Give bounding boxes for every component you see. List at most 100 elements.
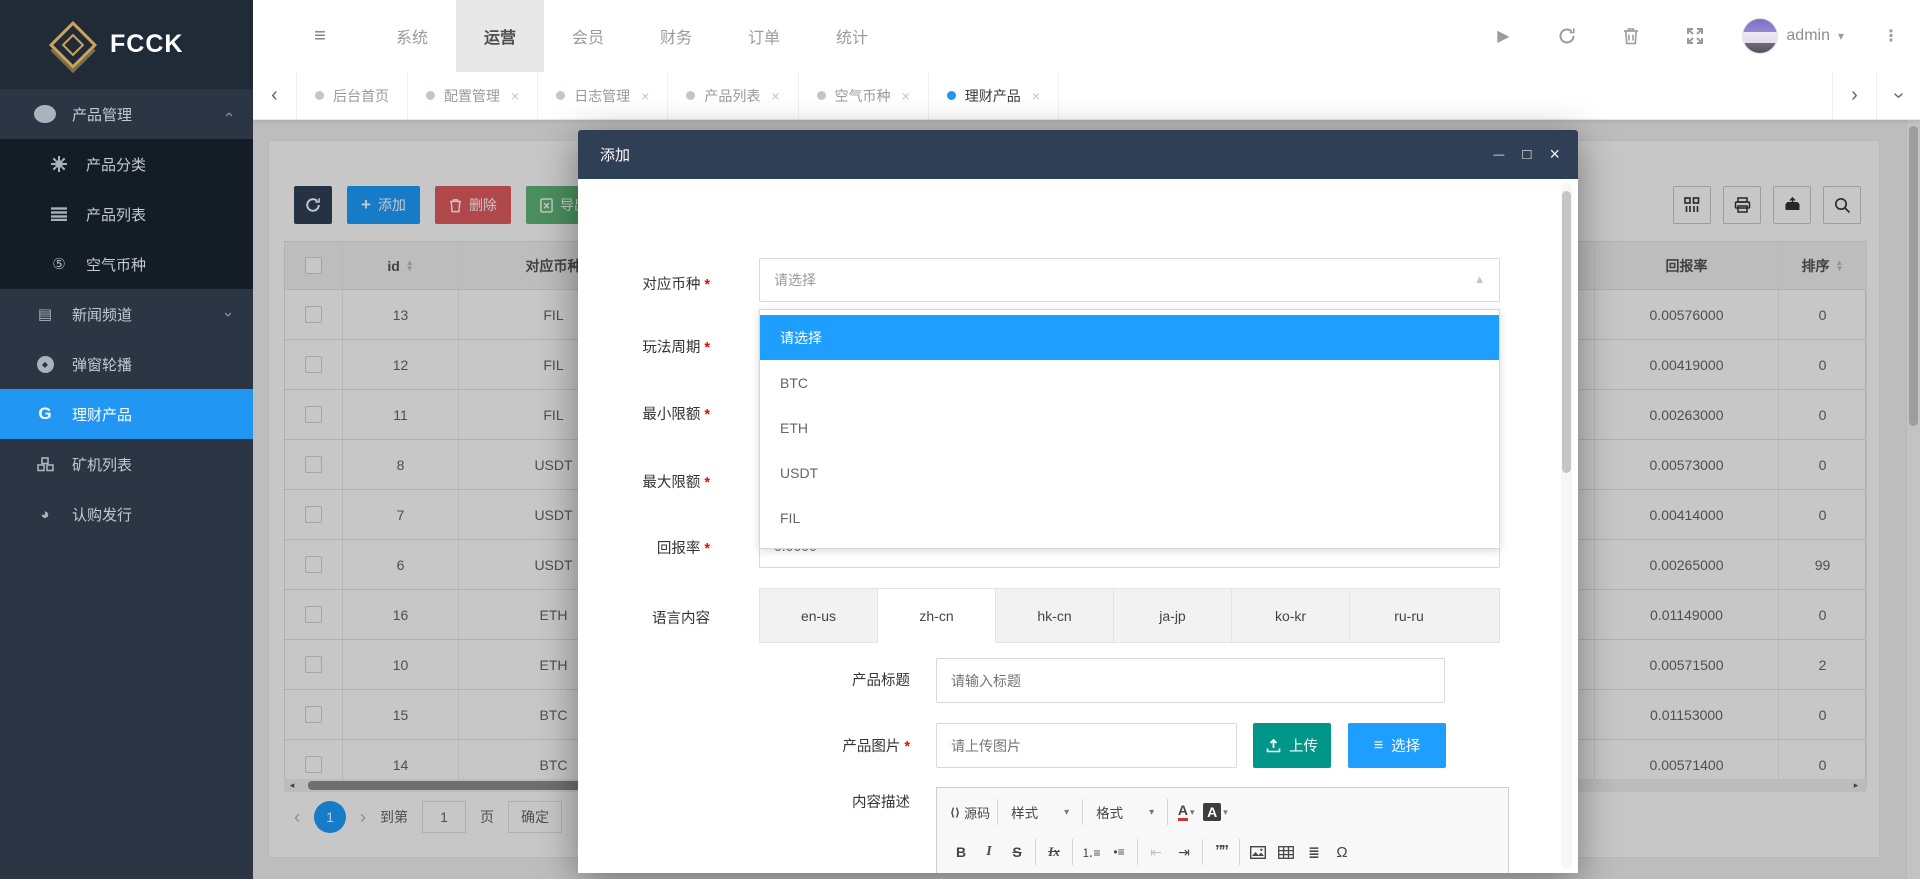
dropdown-option-placeholder[interactable]: 请选择 bbox=[760, 315, 1499, 360]
lang-tab-en-us[interactable]: en-us bbox=[760, 589, 878, 642]
tab-air-coins[interactable]: 空气币种 × bbox=[799, 72, 929, 119]
lang-tab-zh-cn[interactable]: zh-cn bbox=[878, 588, 996, 643]
italic-button[interactable]: I bbox=[976, 839, 1002, 865]
product-title-input[interactable] bbox=[936, 658, 1445, 703]
lang-tab-ja-jp[interactable]: ja-jp bbox=[1114, 589, 1232, 642]
tab-dot bbox=[817, 91, 826, 100]
styles-dropdown[interactable]: 样式▾ bbox=[1003, 802, 1077, 822]
cubes-icon bbox=[34, 457, 56, 472]
outdent-button[interactable]: ⇤ bbox=[1143, 839, 1169, 865]
image-button[interactable] bbox=[1245, 839, 1271, 865]
close-icon[interactable]: × bbox=[771, 88, 779, 104]
field-label-min: 最小限额* bbox=[592, 403, 710, 424]
kebab-menu-icon[interactable]: ⋮ bbox=[1874, 19, 1908, 53]
lang-tab-ko-kr[interactable]: ko-kr bbox=[1232, 589, 1350, 642]
select-caret-icon: ▲ bbox=[1474, 274, 1485, 286]
main-menu: 系统 运营 会员 财务 订单 统计 bbox=[368, 0, 896, 72]
field-label-product-title: 产品标题 bbox=[814, 669, 910, 690]
caret-down-icon: ▾ bbox=[1838, 29, 1844, 43]
close-icon[interactable]: × bbox=[902, 88, 910, 104]
dropdown-option-eth[interactable]: ETH bbox=[760, 405, 1499, 450]
field-label-product-image: 产品图片* bbox=[800, 735, 910, 756]
dropdown-option-btc[interactable]: BTC bbox=[760, 360, 1499, 405]
scrollbar-thumb[interactable] bbox=[1562, 191, 1571, 473]
lang-tab-ru-ru[interactable]: ru-ru bbox=[1350, 589, 1468, 642]
tab-financial-products[interactable]: 理财产品 × bbox=[929, 72, 1059, 119]
maximize-icon[interactable]: □ bbox=[1522, 146, 1531, 163]
field-label-rate: 回报率* bbox=[592, 537, 710, 558]
tab-logs[interactable]: 日志管理 × bbox=[538, 72, 668, 119]
tab-home[interactable]: 后台首页 bbox=[297, 72, 408, 119]
strikethrough-button[interactable]: S bbox=[1004, 839, 1030, 865]
table-button[interactable] bbox=[1273, 839, 1299, 865]
dialog-scrollbar[interactable] bbox=[1561, 183, 1572, 869]
sidebar-item-subscription-issue[interactable]: ◕ 认购发行 bbox=[0, 489, 253, 539]
field-label-language: 语言内容 bbox=[592, 607, 710, 628]
refresh-icon[interactable] bbox=[1550, 19, 1584, 53]
bg-color-button[interactable]: A▾ bbox=[1201, 799, 1230, 825]
sidebar-submenu: 产品分类 产品列表 ⑤ 空气币种 bbox=[0, 139, 253, 289]
field-label-currency: 对应币种* bbox=[592, 273, 710, 294]
brand-diamond-icon bbox=[49, 20, 97, 68]
menu-item-system[interactable]: 系统 bbox=[368, 0, 456, 72]
ordered-list-button[interactable]: ⒈≡ bbox=[1078, 839, 1104, 865]
special-char-button[interactable]: Ω bbox=[1329, 839, 1355, 865]
currency-select[interactable]: 请选择 ▲ bbox=[759, 258, 1500, 302]
menu-item-members[interactable]: 会员 bbox=[544, 0, 632, 72]
caret-down-icon: ▾ bbox=[1223, 807, 1228, 818]
menu-item-statistics[interactable]: 统计 bbox=[808, 0, 896, 72]
dialog-header[interactable]: 添加 — □ × bbox=[578, 130, 1578, 179]
lang-tab-hk-cn[interactable]: hk-cn bbox=[996, 589, 1114, 642]
tabs-scroll-right[interactable]: › bbox=[1832, 72, 1876, 119]
newspaper-icon: ▤ bbox=[34, 305, 56, 323]
choose-button[interactable]: ≡ 选择 bbox=[1348, 723, 1446, 768]
bullet-list-button[interactable]: •≡ bbox=[1106, 839, 1132, 865]
text-color-button[interactable]: A▾ bbox=[1173, 799, 1199, 825]
tabs-menu-dropdown[interactable]: › bbox=[1876, 72, 1920, 119]
format-dropdown[interactable]: 格式▾ bbox=[1088, 802, 1162, 822]
close-icon[interactable]: × bbox=[1032, 88, 1040, 104]
dropdown-option-fil[interactable]: FIL bbox=[760, 495, 1499, 540]
tabs-scroll-left[interactable]: ‹ bbox=[253, 72, 297, 119]
sidebar-collapse-icon[interactable]: ≡ bbox=[300, 0, 340, 72]
required-mark: * bbox=[904, 739, 910, 755]
user-menu[interactable]: admin ▾ bbox=[1742, 18, 1844, 54]
source-button[interactable]: ⟨⟩ 源码 bbox=[948, 799, 992, 825]
sidebar-item-financial-products[interactable]: G 理财产品 bbox=[0, 389, 253, 439]
play-icon[interactable]: ▶ bbox=[1486, 19, 1520, 53]
brand-logo: FCCK bbox=[0, 0, 253, 89]
list-icon: ≡ bbox=[1374, 737, 1383, 755]
sidebar-item-product-category[interactable]: 产品分类 bbox=[0, 139, 253, 189]
menu-item-orders[interactable]: 订单 bbox=[720, 0, 808, 72]
upload-button[interactable]: 上传 bbox=[1253, 723, 1331, 768]
chevron-up-icon: › bbox=[220, 112, 237, 117]
product-image-input[interactable] bbox=[936, 723, 1237, 768]
compass-icon: ◆ bbox=[34, 356, 56, 373]
remove-format-button[interactable]: Ix bbox=[1041, 839, 1067, 865]
upload-icon bbox=[1266, 739, 1281, 753]
indent-button[interactable]: ⇥ bbox=[1171, 839, 1197, 865]
sidebar-item-miner-list[interactable]: 矿机列表 bbox=[0, 439, 253, 489]
minimize-icon[interactable]: — bbox=[1493, 149, 1504, 161]
sidebar-item-product-management[interactable]: P 产品管理 › bbox=[0, 89, 253, 139]
close-icon[interactable]: × bbox=[1549, 144, 1560, 165]
sidebar-item-popup-carousel[interactable]: ◆ 弹窗轮播 bbox=[0, 339, 253, 389]
tab-product-list[interactable]: 产品列表 × bbox=[668, 72, 798, 119]
sidebar-item-air-coins[interactable]: ⑤ 空气币种 bbox=[0, 239, 253, 289]
tab-config[interactable]: 配置管理 × bbox=[408, 72, 538, 119]
close-icon[interactable]: × bbox=[511, 88, 519, 104]
fullscreen-icon[interactable] bbox=[1678, 19, 1712, 53]
editor-toolbar-row3: ⚑ ✂ ⧉ bbox=[943, 872, 1502, 873]
trash-icon[interactable] bbox=[1614, 19, 1648, 53]
required-mark: * bbox=[704, 541, 710, 557]
sidebar-item-product-list[interactable]: 产品列表 bbox=[0, 189, 253, 239]
menu-item-operations[interactable]: 运营 bbox=[456, 0, 544, 72]
menu-item-finance[interactable]: 财务 bbox=[632, 0, 720, 72]
sidebar-item-news-channel[interactable]: ▤ 新闻频道 › bbox=[0, 289, 253, 339]
tab-dot bbox=[426, 91, 435, 100]
blockquote-button[interactable]: ”” bbox=[1208, 839, 1234, 865]
bold-button[interactable]: B bbox=[948, 839, 974, 865]
dropdown-option-usdt[interactable]: USDT bbox=[760, 450, 1499, 495]
horizontal-rule-button[interactable]: ≣ bbox=[1301, 839, 1327, 865]
close-icon[interactable]: × bbox=[641, 88, 649, 104]
